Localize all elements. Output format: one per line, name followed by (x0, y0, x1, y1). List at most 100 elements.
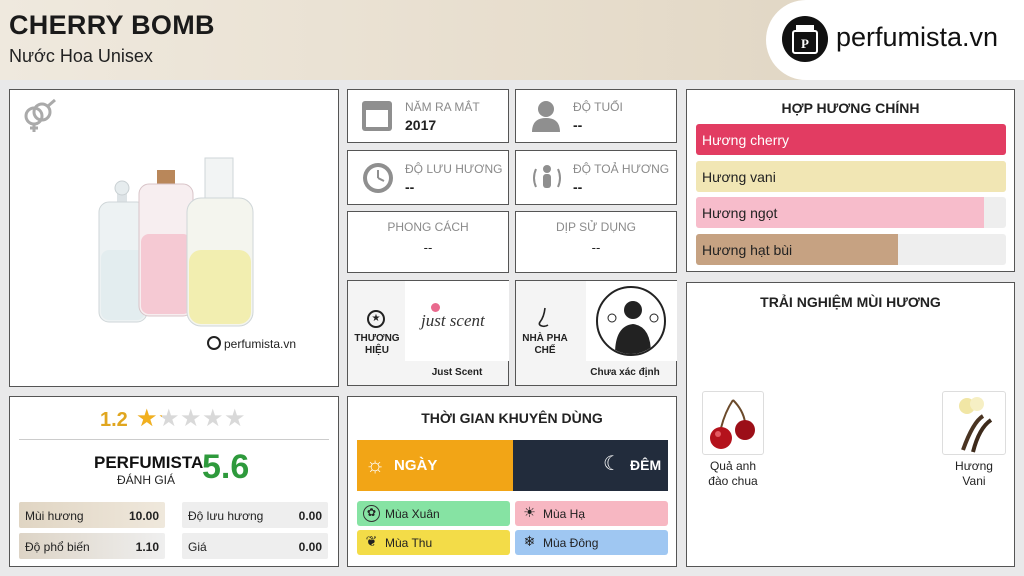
perfumer-name: Chưa xác định (590, 367, 660, 378)
longevity-card: ĐỘ LƯU HƯƠNG -- (347, 150, 509, 205)
style-label: PHONG CÁCH (387, 220, 469, 234)
occasion-card: DỊP SỬ DỤNG -- (515, 211, 677, 273)
stat-price-value: 0.00 (298, 540, 322, 554)
stat-price: Giá 0.00 (182, 533, 328, 559)
sillage-icon (530, 161, 564, 200)
stat-popularity-value: 1.10 (135, 540, 159, 554)
main-accords-card: HỢP HƯƠNG CHÍNH Hương cherry Hương vani Hư… (686, 89, 1015, 272)
nose-icon (536, 307, 554, 334)
age-label: ĐỘ TUỔI (573, 100, 623, 114)
stat-scent-value: 10.00 (128, 509, 159, 523)
season-autumn-label: Mùa Thu (385, 536, 433, 550)
accord-bar: Hương ngọt (696, 197, 1006, 228)
season-spring: ✿ Mùa Xuân (357, 501, 510, 526)
perfumer-label: NHÀ PHA CHẾ (522, 333, 568, 356)
perfumer-avatar (596, 286, 666, 356)
star-icon: ★★ (158, 405, 180, 432)
accord-label: Hương ngọt (702, 205, 778, 221)
stat-popularity: Độ phổ biến 1.10 (19, 533, 165, 559)
product-subtitle: Nước Hoa Unisex (9, 46, 153, 66)
rating-card: 1.2 ★★★★★★★ PERFUMISTA ĐÁNH GIÁ 5.6 Mùi … (9, 396, 339, 567)
longevity-value: -- (405, 179, 415, 195)
star-icon: ★ (224, 405, 246, 432)
release-year-card: NĂM RA MẮT 2017 (347, 89, 509, 143)
day-label: NGÀY (394, 457, 438, 474)
accord-label: Hương vani (702, 168, 776, 185)
release-year-value: 2017 (405, 117, 437, 133)
brand-logo[interactable]: P perfumista.vn (766, 0, 1024, 80)
clock-icon (362, 162, 394, 199)
season-autumn: ❦ Mùa Thu (357, 530, 510, 555)
perfumer-image-box (586, 281, 677, 361)
header: CHERRY BOMB Nước Hoa Unisex P perfumista… (0, 0, 1024, 80)
star-icon: ★ (180, 405, 202, 432)
perfumer-card[interactable]: NHÀ PHA CHẾ Chưa xác định (515, 280, 677, 386)
image-watermark: perfumista.vn (207, 336, 296, 351)
style-value: -- (423, 240, 433, 255)
note-cherry-label: Quả anh đào chua (708, 459, 758, 488)
age-card: ĐỘ TUỔI -- (515, 89, 677, 143)
stat-longevity-value: 0.00 (298, 509, 322, 523)
stat-scent-label: Mùi hương (25, 509, 84, 523)
season-summer: ☀ Mùa Hạ (515, 501, 668, 526)
perfumista-logo-icon: P (782, 16, 828, 62)
note-vanilla-label: Hương Vani (955, 459, 993, 488)
note-cherry[interactable]: Quả anh đào chua (702, 391, 764, 489)
style-card: PHONG CÁCH -- (347, 211, 509, 273)
experience-title: TRẢI NGHIỆM MÙI HƯƠNG (760, 294, 941, 310)
sillage-label: ĐỘ TOẢ HƯƠNG (573, 162, 670, 176)
sillage-value: -- (573, 179, 583, 195)
person-icon (531, 100, 561, 137)
leaf-icon: ❦ (365, 533, 378, 549)
calendar-icon (362, 101, 392, 131)
brand-logo-text: just scent (421, 311, 485, 330)
accord-bar: Hương vani (696, 160, 1006, 192)
season-winter-label: Mùa Đông (543, 536, 599, 550)
recommended-time-card: THỜI GIAN KHUYÊN DÙNG ☼ NGÀY ☾ ĐÊM ✿ Mùa … (347, 396, 677, 567)
star-icon: ★★ (136, 405, 158, 432)
flower-icon: ✿ (363, 505, 380, 522)
product-image-card: perfumista.vn (9, 89, 339, 387)
vanilla-image (942, 391, 1006, 455)
perfumista-label: PERFUMISTA (94, 453, 204, 472)
accord-label: Hương cherry (702, 132, 790, 148)
snowflake-icon: ❄ (523, 533, 536, 549)
star-badge-icon: ★ (367, 310, 385, 328)
sillage-card: ĐỘ TOẢ HƯƠNG -- (515, 150, 677, 205)
rating-divider (19, 439, 329, 440)
perfume-bottles-image (95, 150, 265, 335)
age-value: -- (573, 117, 583, 133)
watermark-text: perfumista.vn (224, 337, 297, 351)
accord-bar: Hương cherry (696, 124, 1006, 155)
sun-icon: ☼ (365, 452, 386, 477)
product-title: CHERRY BOMB (9, 10, 215, 40)
perfumista-score: 5.6 (202, 448, 250, 486)
night-label: ĐÊM (630, 457, 662, 473)
longevity-label: ĐỘ LƯU HƯƠNG (405, 162, 503, 176)
watermark-icon (207, 336, 221, 350)
stat-longevity-label: Độ lưu hương (188, 509, 264, 523)
season-winter: ❄ Mùa Đông (515, 530, 668, 555)
day-block: ☼ NGÀY (357, 440, 513, 491)
stat-longevity: Độ lưu hương 0.00 (182, 502, 328, 528)
star-icon: ★ (202, 405, 224, 432)
occasion-label: DỊP SỬ DỤNG (555, 220, 637, 234)
stat-popularity-label: Độ phổ biến (25, 540, 90, 554)
user-rating-score: 1.2 (100, 409, 128, 431)
note-vanilla[interactable]: Hương Vani (942, 391, 1006, 489)
season-spring-label: Mùa Xuân (385, 507, 440, 521)
accords-title: HỢP HƯƠNG CHÍNH (781, 100, 920, 116)
brand-card[interactable]: ★ THƯƠNG HIỆU just scent Just Scent (347, 280, 509, 386)
perfumista-sub-label: ĐÁNH GIÁ (117, 473, 176, 487)
brand-label: THƯƠNG HIỆU (354, 333, 400, 356)
accord-label: Hương hạt bùi (702, 241, 793, 258)
season-summer-label: Mùa Hạ (543, 507, 586, 521)
brand-name: Just Scent (431, 367, 483, 378)
time-title: THỜI GIAN KHUYÊN DÙNG (421, 410, 603, 426)
night-block: ☾ ĐÊM (513, 440, 668, 491)
accord-bar: Hương hạt bùi (696, 233, 1006, 265)
occasion-value: -- (591, 240, 601, 255)
unisex-icon (20, 98, 58, 139)
logo-text: perfumista.vn (836, 22, 999, 52)
scent-experience-card: TRẢI NGHIỆM MÙI HƯƠNG Quả anh đào chua H… (686, 282, 1015, 567)
